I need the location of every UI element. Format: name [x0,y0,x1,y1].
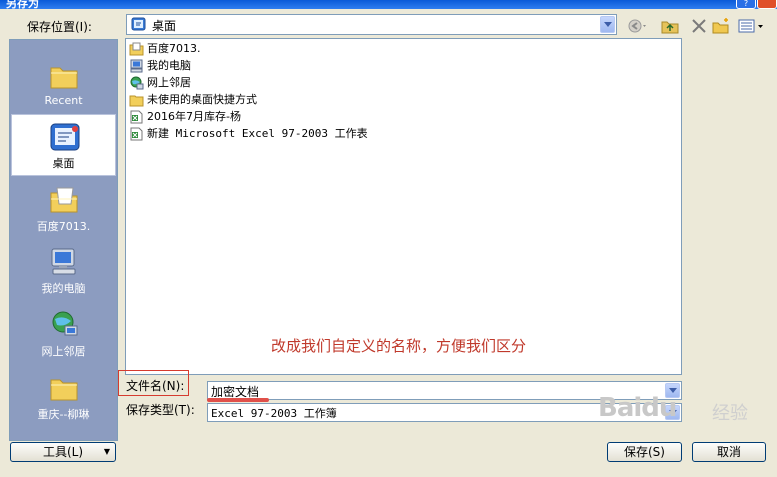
folder-icon [129,93,144,107]
title-bar: 另存为 ? [0,0,777,10]
file-name: 我的电脑 [147,59,191,72]
user-folder-icon [129,42,144,56]
place-label: 我的电脑 [41,282,86,295]
annotation-text: 改成我们自定义的名称，方便我们区分 [271,337,527,355]
save-in-label: 保存位置(I): [27,20,92,34]
save-in-value: 桌面 [152,19,177,33]
back-icon[interactable] [626,16,648,36]
cancel-button[interactable]: 取消 [692,442,766,462]
tools-button-label: 工具(L) [42,445,84,459]
delete-icon[interactable] [688,16,710,36]
place-desktop[interactable]: 桌面 [11,114,116,176]
up-folder-icon[interactable] [659,16,681,36]
file-name: 未使用的桌面快捷方式 [147,93,257,106]
place-label: 桌面 [52,157,75,170]
baidu-watermark: Baidu [598,393,677,423]
filetype-label: 保存类型(T): [126,403,195,417]
excel-file-icon [129,110,144,124]
place-network[interactable]: 网上邻居 [11,303,116,365]
save-in-combo[interactable]: 桌面 [126,14,617,35]
places-bar: Recent 桌面 百度7013. 我的电脑 网上邻居 重庆--柳琳 [9,39,118,441]
place-folder[interactable]: 重庆--柳琳 [11,366,116,428]
file-list[interactable]: 百度7013. 我的电脑 网上邻居 未使用的桌面快捷方式 2016年7月库存-杨… [125,38,682,375]
place-my-computer[interactable]: 我的电脑 [11,240,116,302]
my-computer-icon [47,246,81,278]
place-label: Recent [44,94,83,107]
desktop-icon [48,121,82,153]
filename-label: 文件名(N): [126,379,185,393]
place-label: 网上邻居 [41,345,86,358]
network-icon [129,76,144,90]
folder-icon [47,372,81,404]
save-as-dialog: 保存位置(I): 桌面 Recent 桌面 百度7013. 我的电脑 网上邻居 … [0,9,777,477]
file-name: 新建 Microsoft Excel 97-2003 工作表 [147,127,368,140]
views-icon[interactable] [736,16,766,36]
save-button[interactable]: 保存(S) [607,442,682,462]
my-computer-icon [129,59,144,73]
place-user[interactable]: 百度7013. [11,178,116,240]
network-icon [47,309,81,341]
help-button[interactable]: ? [736,0,756,9]
close-button[interactable] [757,0,777,9]
user-folder-icon [47,184,81,216]
place-recent[interactable]: Recent [11,54,116,116]
chevron-down-icon: ▼ [103,447,110,456]
filetype-value: Excel 97-2003 工作簿 [211,407,337,420]
desktop-icon [131,17,146,32]
tools-button[interactable]: 工具(L) ▼ [10,442,116,462]
file-name: 百度7013. [147,42,201,55]
watermark-suffix: 经验 [712,403,748,424]
recent-folder-icon [47,60,81,92]
save-in-dropdown-button[interactable] [600,16,615,33]
file-name: 2016年7月库存-杨 [147,110,241,123]
underline-mark [207,398,269,402]
place-label: 百度7013. [36,220,91,233]
file-name: 网上邻居 [147,76,191,89]
excel-file-icon [129,127,144,141]
new-folder-icon[interactable] [710,16,732,36]
place-label: 重庆--柳琳 [37,408,90,421]
